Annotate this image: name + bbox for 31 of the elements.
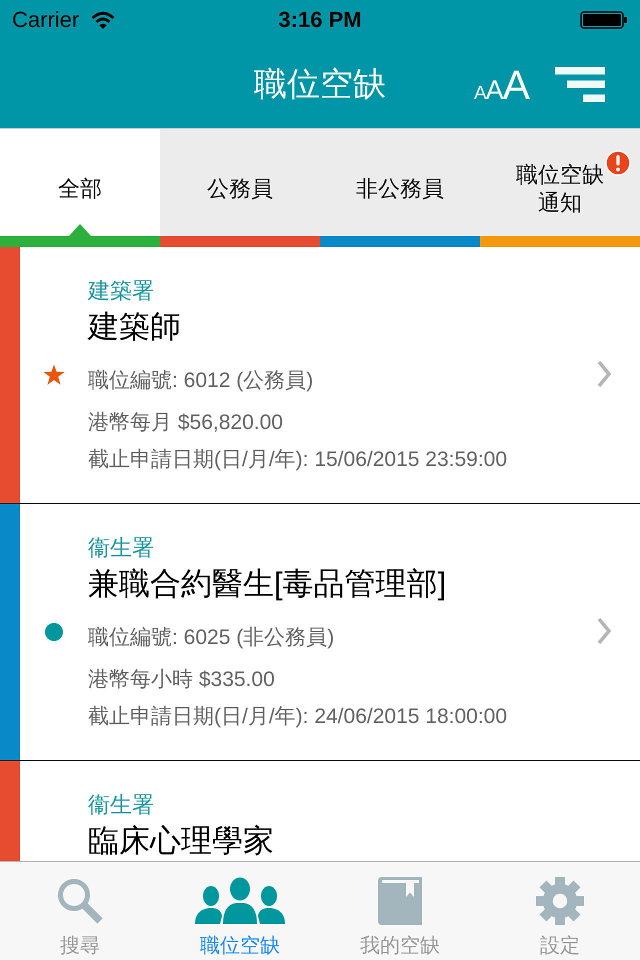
chevron-icon <box>596 617 612 645</box>
deadline-text: 截止申請日期(日/月/年): 15/06/2015 23:59:00 <box>88 447 508 473</box>
status-time: 3:16 PM <box>278 7 362 33</box>
job-card[interactable]: 衞生署 兼職合約醫生[毒品管理部] 職位編號: 6025 (非公務員) 港幣每小時 $335.00 截止申請日期(日/月/年): 24/06/2015 18:00:00 <box>0 504 640 761</box>
job-title: 兼職合約醫生[毒品管理部] <box>88 567 446 601</box>
agency-name: 衞生署 <box>88 535 154 561</box>
people-icon <box>195 877 285 925</box>
job-title: 建築師 <box>88 310 181 344</box>
job-card[interactable]: 建築署 建築師 職位編號: 6012 (公務員) 港幣每月 $56,820.00 截止申請日期(日/月/年): 15/06/2015 23:59:00 <box>0 247 640 504</box>
tab[interactable]: 非公務員 <box>320 129 480 236</box>
post-number: 職位編號: 6025 (非公務員) <box>88 625 334 651</box>
book-icon <box>378 877 422 925</box>
settings-icon <box>535 877 585 925</box>
deadline-text: 截止申請日期(日/月/年): 24/06/2015 18:00:00 <box>88 704 508 730</box>
tab[interactable]: 公務員 <box>160 129 320 236</box>
chevron-icon <box>596 360 612 388</box>
search-icon <box>57 877 103 925</box>
wifi-icon <box>91 11 116 29</box>
menu-icon[interactable] <box>555 66 605 102</box>
text-size-button[interactable]: AAA <box>474 64 529 106</box>
job-title: 臨床心理學家 <box>88 824 274 858</box>
battery-icon <box>580 11 628 29</box>
carrier-name: Carrier <box>12 7 80 33</box>
tab[interactable]: 職位空缺通知 <box>480 129 640 236</box>
post-number: 職位編號: 6012 (公務員) <box>88 368 314 394</box>
salary-text: 港幣每小時 $335.00 <box>88 667 275 693</box>
selection-pointer-icon <box>69 224 91 236</box>
salary-text: 港幣每月 $56,820.00 <box>88 410 283 436</box>
agency-name: 建築署 <box>88 278 154 304</box>
page-title: 職位空缺 <box>254 64 386 104</box>
agency-name: 衞生署 <box>88 792 154 818</box>
